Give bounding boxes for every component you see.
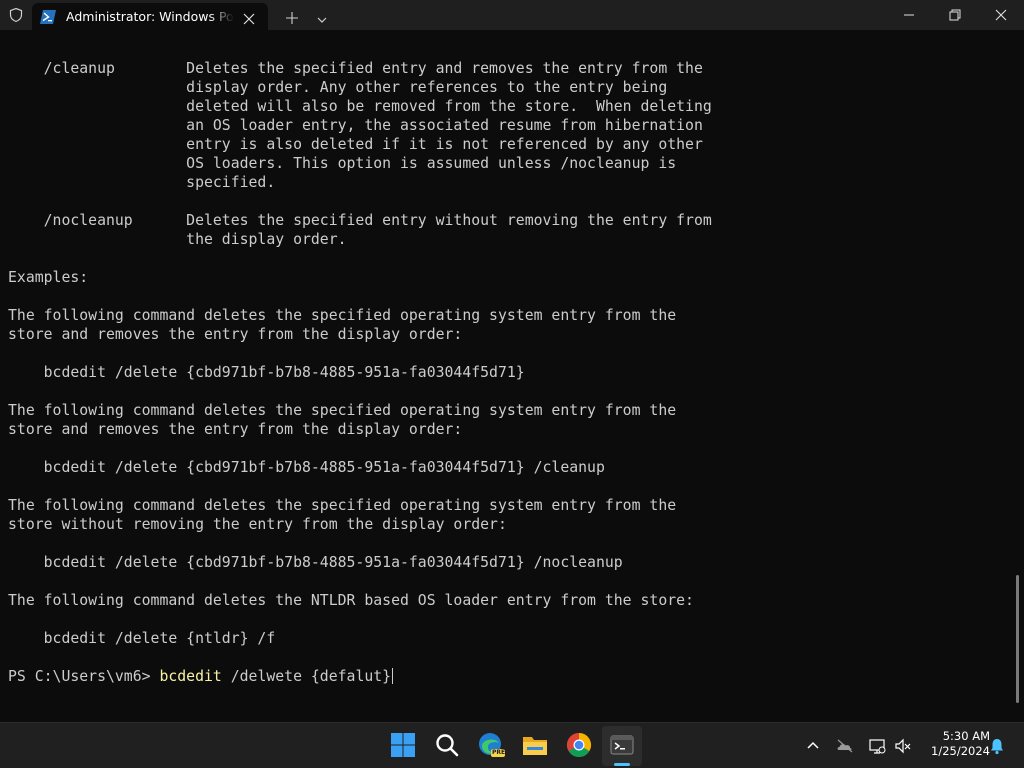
notification-bell-icon[interactable] (988, 737, 1006, 755)
minimize-button[interactable] (886, 0, 932, 30)
active-app-indicator (614, 763, 630, 766)
clock-date: 1/25/2024 (931, 744, 990, 758)
chevron-up-icon[interactable] (804, 737, 822, 755)
close-button[interactable] (978, 0, 1024, 30)
powershell-icon (40, 9, 56, 24)
terminal-line: bcdedit /delete {ntldr} /f (8, 630, 276, 647)
terminal-line: The following command deletes the specif… (8, 497, 677, 514)
onedrive-icon[interactable] (836, 737, 854, 755)
terminal-line: store without removing the entry from th… (8, 516, 507, 533)
text-cursor (392, 668, 394, 684)
restore-button[interactable] (932, 0, 978, 30)
prompt-line[interactable]: PS C:\Users\vm6> bcdedit /delwete {defal… (8, 667, 394, 686)
terminal-icon[interactable] (608, 731, 636, 759)
prompt-command: bcdedit (159, 668, 222, 685)
scrollbar-thumb[interactable] (1016, 575, 1019, 703)
terminal-line: The following command deletes the specif… (8, 307, 677, 324)
search-icon[interactable] (433, 731, 461, 759)
terminal-line: bcdedit /delete {cbd971bf-b7b8-4885-951a… (8, 364, 525, 381)
terminal-line: bcdedit /delete {cbd971bf-b7b8-4885-951a… (8, 554, 623, 571)
terminal-line: The following command deletes the specif… (8, 402, 677, 419)
terminal-line: The following command deletes the NTLDR … (8, 592, 694, 609)
tab-title: Administrator: Windows PowerShell (66, 9, 234, 24)
prompt-path: PS C:\Users\vm6> (8, 668, 160, 685)
new-tab-icon[interactable] (286, 9, 298, 24)
terminal-line: the display order. (8, 231, 347, 248)
terminal-line: /cleanup Deletes the specified entry and… (8, 60, 703, 77)
title-bar: Administrator: Windows PowerShell (0, 0, 1024, 30)
shield-icon (8, 7, 24, 23)
terminal-line: deleted will also be removed from the st… (8, 98, 712, 115)
taskbar: PRE 5:30 AM 1/25/2024 (0, 722, 1024, 768)
terminal-line: OS loaders. This option is assumed unles… (8, 155, 677, 172)
volume-muted-icon[interactable] (894, 737, 912, 755)
terminal-line: entry is also deleted if it is not refer… (8, 136, 703, 153)
terminal-line: an OS loader entry, the associated resum… (8, 117, 703, 134)
terminal-line: store and removes the entry from the dis… (8, 421, 463, 438)
file-explorer-icon[interactable] (521, 731, 549, 759)
chrome-icon[interactable] (565, 731, 593, 759)
clock[interactable]: 5:30 AM 1/25/2024 (916, 729, 990, 759)
edge-badge: PRE (492, 749, 506, 756)
terminal-output[interactable]: /cleanup Deletes the specified entry and… (0, 30, 1024, 722)
terminal-line: specified. (8, 174, 276, 191)
network-icon[interactable] (868, 737, 886, 755)
tab-close-icon[interactable] (243, 10, 255, 25)
terminal-line: Examples: (8, 269, 89, 286)
edge-icon[interactable]: PRE (477, 731, 505, 759)
clock-time: 5:30 AM (942, 729, 990, 743)
terminal-line: /nocleanup Deletes the specified entry w… (8, 212, 712, 229)
prompt-args: /delwete {defalut} (221, 668, 392, 685)
terminal-line: store and removes the entry from the dis… (8, 326, 463, 343)
terminal-line: bcdedit /delete {cbd971bf-b7b8-4885-951a… (8, 459, 605, 476)
start-icon[interactable] (389, 731, 417, 759)
tab-powershell[interactable]: Administrator: Windows PowerShell (32, 3, 268, 30)
terminal-line: display order. Any other references to t… (8, 79, 668, 96)
chevron-down-icon[interactable] (316, 10, 328, 23)
